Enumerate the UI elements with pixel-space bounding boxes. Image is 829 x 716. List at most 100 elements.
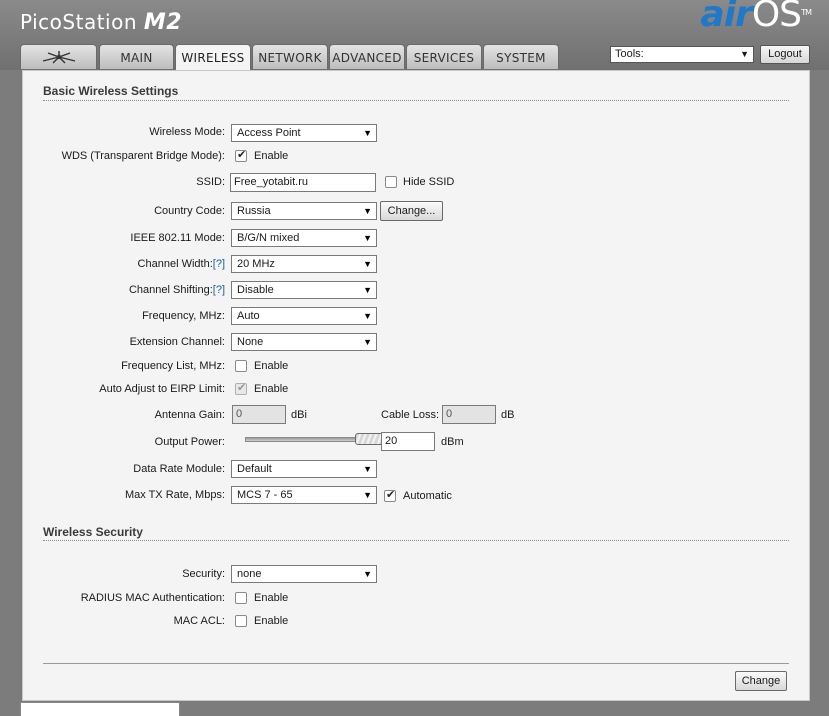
frequency-list-label: Frequency List, MHz: <box>121 360 225 372</box>
antenna-gain-unit: dBi <box>291 409 307 421</box>
chevron-down-icon: ▼ <box>363 285 372 295</box>
max-tx-rate-value: MCS 7 - 65 <box>237 489 293 501</box>
data-rate-module-label: Data Rate Module: <box>133 463 225 475</box>
product-title: PicoStation M2 <box>20 10 182 35</box>
tools-select[interactable]: Tools: ▼ <box>610 46 754 63</box>
logout-button[interactable]: Logout <box>760 45 810 64</box>
section-divider <box>43 100 789 101</box>
chevron-down-icon: ▼ <box>363 311 372 321</box>
frequency-list-enable-label: Enable <box>254 360 289 372</box>
radius-mac-enable-label: Enable <box>254 592 289 604</box>
max-tx-rate-label: Max TX Rate, Mbps: <box>124 489 225 501</box>
channel-width-text: Channel Width: <box>137 258 213 270</box>
wireless-mode-label: Wireless Mode: <box>149 126 225 138</box>
data-rate-module-value: Default <box>237 463 272 475</box>
section-divider <box>43 540 789 541</box>
radius-mac-checkbox[interactable] <box>235 592 247 604</box>
chevron-down-icon: ▼ <box>363 128 372 138</box>
ubiquiti-logo-icon <box>42 51 75 64</box>
frequency-label: Frequency, MHz: <box>142 310 225 322</box>
ieee-mode-select[interactable]: B/G/N mixed ▼ <box>231 229 377 247</box>
extension-channel-value: None <box>237 336 264 348</box>
output-power-slider-track[interactable] <box>245 437 370 442</box>
ssid-label: SSID: <box>196 176 225 188</box>
tab-main[interactable]: MAIN <box>99 44 174 69</box>
chevron-down-icon: ▼ <box>363 490 372 500</box>
logo-os: OS <box>751 0 802 35</box>
mac-acl-enable-label: Enable <box>254 615 289 627</box>
channel-shifting-help-link[interactable]: [?] <box>213 284 225 296</box>
hide-ssid-checkbox[interactable] <box>385 176 397 188</box>
footer-divider <box>43 663 789 664</box>
chevron-down-icon: ▼ <box>363 464 372 474</box>
channel-shifting-select[interactable]: Disable ▼ <box>231 281 377 299</box>
auto-adjust-enable-label: Enable <box>254 383 289 395</box>
extension-channel-select[interactable]: None ▼ <box>231 333 377 351</box>
wds-checkbox[interactable] <box>235 148 247 162</box>
ssid-input[interactable]: Free_yotabit.ru <box>230 173 376 192</box>
tab-system[interactable]: SYSTEM <box>483 44 559 69</box>
antenna-gain-label: Antenna Gain: <box>154 409 225 421</box>
bottom-strip <box>20 702 180 716</box>
tab-wireless[interactable]: WIRELESS <box>175 44 251 71</box>
airos-logo: airOS TM <box>700 0 812 35</box>
tab-network[interactable]: NETWORK <box>252 44 328 69</box>
channel-shifting-value: Disable <box>237 284 274 296</box>
max-tx-automatic-checkbox[interactable] <box>384 488 396 502</box>
antenna-gain-input[interactable]: 0 <box>232 405 286 424</box>
cable-loss-label: Cable Loss: <box>381 409 440 421</box>
mac-acl-label: MAC ACL: <box>173 615 225 627</box>
product-model: M2 <box>143 10 183 35</box>
tab-advanced[interactable]: ADVANCED <box>329 44 405 69</box>
tab-services[interactable]: SERVICES <box>406 44 482 69</box>
channel-shifting-text: Channel Shifting: <box>128 284 213 296</box>
country-change-button[interactable]: Change... <box>380 201 443 221</box>
chevron-down-icon: ▼ <box>363 206 372 216</box>
chevron-down-icon: ▼ <box>363 233 372 243</box>
tab-ubiquiti-logo[interactable] <box>20 44 97 69</box>
tools-select-value: Tools: <box>615 48 644 60</box>
wireless-mode-select[interactable]: Access Point ▼ <box>231 124 377 142</box>
channel-width-help-link[interactable]: [?] <box>213 258 225 270</box>
chevron-down-icon: ▼ <box>363 259 372 269</box>
security-label: Security: <box>182 568 225 580</box>
chevron-down-icon: ▼ <box>363 569 372 579</box>
output-power-label: Output Power: <box>154 436 225 448</box>
frequency-value: Auto <box>237 310 260 322</box>
ieee-mode-value: B/G/N mixed <box>237 232 300 244</box>
country-code-label: Country Code: <box>154 205 225 217</box>
chevron-down-icon: ▼ <box>363 337 372 347</box>
country-code-select[interactable]: Russia ▼ <box>231 202 377 220</box>
basic-settings-title: Basic Wireless Settings <box>43 84 179 98</box>
settings-panel: Basic Wireless Settings Wireless Mode: A… <box>22 70 810 701</box>
channel-width-label: Channel Width:[?] <box>138 258 225 270</box>
data-rate-module-select[interactable]: Default ▼ <box>231 460 377 478</box>
security-value: none <box>237 568 262 580</box>
cable-loss-input[interactable]: 0 <box>442 405 496 424</box>
hide-ssid-label: Hide SSID <box>403 176 455 188</box>
logo-trademark: TM <box>801 8 812 17</box>
cable-loss-unit: dB <box>501 409 515 421</box>
output-power-unit: dBm <box>441 436 464 448</box>
channel-width-select[interactable]: 20 MHz ▼ <box>231 255 377 273</box>
change-button[interactable]: Change <box>735 671 787 691</box>
wds-enable-label: Enable <box>254 150 289 162</box>
mac-acl-checkbox[interactable] <box>235 615 247 627</box>
auto-adjust-checkbox[interactable] <box>235 381 247 395</box>
product-name: PicoStation <box>20 10 138 34</box>
logo-air: air <box>700 0 752 35</box>
channel-width-value: 20 MHz <box>237 258 275 270</box>
max-tx-automatic-label: Automatic <box>403 490 452 502</box>
max-tx-rate-select[interactable]: MCS 7 - 65 ▼ <box>231 486 377 504</box>
wds-label: WDS (Transparent Bridge Mode): <box>61 150 225 162</box>
frequency-list-checkbox[interactable] <box>235 360 247 372</box>
wireless-mode-value: Access Point <box>237 127 301 139</box>
chevron-down-icon: ▼ <box>740 49 749 59</box>
output-power-input[interactable]: 20 <box>381 432 435 451</box>
ieee-mode-label: IEEE 802.11 Mode: <box>130 232 225 244</box>
country-code-value: Russia <box>237 205 271 217</box>
security-select[interactable]: none ▼ <box>231 565 377 583</box>
channel-shifting-label: Channel Shifting:[?] <box>129 284 225 296</box>
frequency-select[interactable]: Auto ▼ <box>231 307 377 325</box>
extension-channel-label: Extension Channel: <box>129 336 225 348</box>
